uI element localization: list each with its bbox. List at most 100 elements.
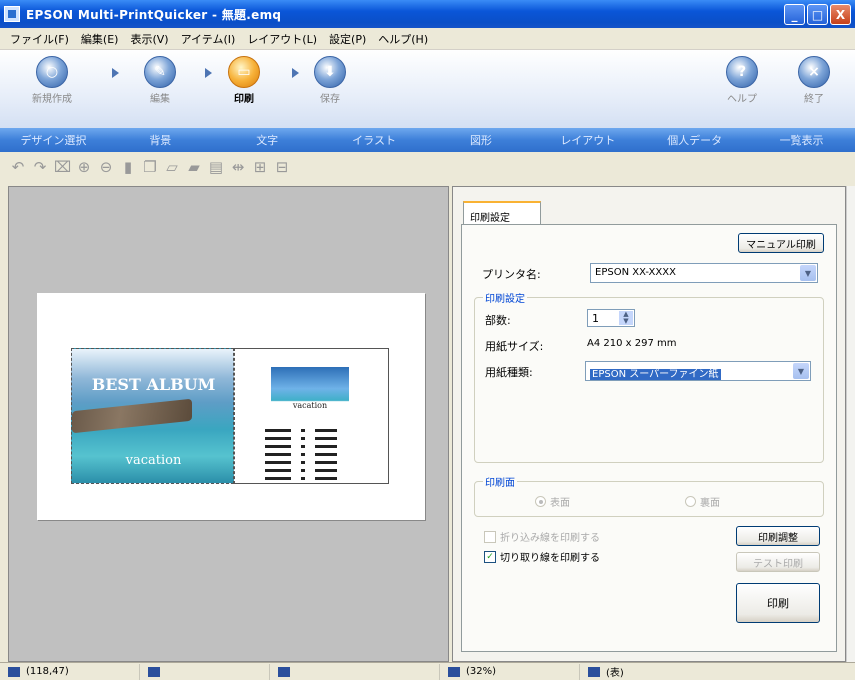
paper-type-label: 用紙種類: (485, 366, 533, 379)
size-icon (148, 666, 160, 677)
crop-icon[interactable]: ⌧ (54, 159, 71, 175)
fold-line-label: 折り込み線を印刷する (500, 533, 600, 544)
redo-icon[interactable]: ↷ (32, 159, 48, 175)
menu-edit[interactable]: 編集(E) (75, 31, 125, 47)
maximize-button[interactable]: □ (807, 4, 828, 25)
paper-size-value: A4 210 x 297 mm (587, 338, 677, 349)
copy-icon[interactable]: ❐ (142, 159, 158, 175)
exit-icon: × (798, 56, 830, 88)
track-list (265, 427, 375, 483)
fold-line-checkbox[interactable]: 折り込み線を印刷する (484, 529, 600, 544)
list-item (265, 443, 375, 450)
back-icon[interactable]: ▤ (208, 159, 224, 175)
app-icon (4, 6, 20, 22)
undo-icon[interactable]: ↶ (10, 159, 26, 175)
group-title: 印刷面 (483, 474, 517, 489)
printer-label: プリンタ名: (482, 268, 541, 281)
printer-select[interactable]: EPSON XX-XXXX ▼ (590, 263, 818, 283)
window-controls: _ □ X (784, 4, 851, 25)
group-title: 印刷設定 (483, 290, 527, 305)
tab-design[interactable]: デザイン選択 (0, 132, 107, 148)
exit-label: 終了 (804, 94, 824, 105)
list-item (265, 475, 375, 482)
minimize-button[interactable]: _ (784, 4, 805, 25)
tab-list-view[interactable]: 一覧表示 (748, 132, 855, 148)
coords-value: (118,47) (26, 666, 69, 677)
paper-size-label: 用紙サイズ: (485, 340, 544, 353)
print-icon: ▭ (228, 56, 260, 88)
delete-icon[interactable]: ▮ (120, 159, 136, 175)
group-icon[interactable]: ⊞ (252, 159, 268, 175)
side-icon (588, 666, 600, 677)
menu-item[interactable]: アイテム(I) (175, 31, 242, 47)
radio-dot (535, 496, 546, 507)
side-back-label: 裏面 (700, 498, 720, 509)
list-item (265, 467, 375, 474)
close-button[interactable]: X (830, 4, 851, 25)
step-arrow-icon (205, 68, 212, 78)
test-print-button[interactable]: テスト印刷 (736, 552, 820, 572)
zoom-out-icon[interactable]: ⊖ (98, 159, 114, 175)
tab-background[interactable]: 背景 (107, 132, 214, 148)
tab-text[interactable]: 文字 (214, 132, 321, 148)
menu-help[interactable]: ヘルプ(H) (372, 31, 434, 47)
edit-icon: ✎ (144, 56, 176, 88)
step-toolbar: ○ 新規作成 ✎ 編集 ▭ 印刷 ⬇ 保存 ? ヘルプ × 終了 (0, 50, 855, 128)
chevron-down-icon: ▼ (800, 265, 816, 281)
print-side-group: 印刷面 表面 裏面 (474, 474, 824, 517)
album-back: vacation (234, 348, 389, 484)
title-bar: EPSON Multi-PrintQuicker - 無題.emq _ □ X (0, 0, 855, 28)
print-preview: BEST ALBUM vacation vacation (8, 186, 449, 662)
tab-shape[interactable]: 図形 (428, 132, 535, 148)
copies-stepper[interactable]: 1 ▲ ▼ (587, 309, 635, 327)
list-item (265, 459, 375, 466)
menu-settings[interactable]: 設定(P) (323, 31, 372, 47)
step-edit[interactable]: ✎ 編集 (130, 56, 190, 105)
help-label: ヘルプ (727, 94, 757, 105)
checkbox-box (484, 530, 496, 543)
new-icon: ○ (36, 56, 68, 88)
menu-layout[interactable]: レイアウト(L) (241, 31, 323, 47)
print-button[interactable]: 印刷 (736, 583, 820, 623)
help-icon: ? (726, 56, 758, 88)
manual-print-button[interactable]: マニュアル印刷 (738, 233, 824, 253)
spin-arrows-icon[interactable]: ▲ ▼ (619, 311, 633, 325)
side-front-label: 表面 (550, 498, 570, 509)
mini-title: vacation (292, 401, 328, 410)
step-print-label: 印刷 (234, 94, 254, 105)
side-back-radio[interactable]: 裏面 (685, 494, 720, 509)
step-print[interactable]: ▭ 印刷 (214, 56, 274, 105)
status-size (140, 663, 270, 680)
side-front-radio[interactable]: 表面 (535, 494, 570, 509)
cut-line-checkbox[interactable]: ✓ 切り取り線を印刷する (484, 549, 600, 564)
radio-dot (685, 496, 696, 507)
tab-personal-data[interactable]: 個人データ (641, 132, 748, 148)
align-icon[interactable]: ⇹ (230, 159, 246, 175)
zoom-in-icon[interactable]: ⊕ (76, 159, 92, 175)
tab-layout[interactable]: レイアウト (534, 132, 641, 148)
cut-line-label: 切り取り線を印刷する (500, 553, 600, 564)
ungroup-icon[interactable]: ⊟ (274, 159, 290, 175)
step-arrow-icon (292, 68, 299, 78)
paste-icon[interactable]: ▱ (164, 159, 180, 175)
exit-button[interactable]: × 終了 (784, 56, 844, 105)
tab-illust[interactable]: イラスト (321, 132, 428, 148)
step-save-label: 保存 (320, 94, 340, 105)
print-settings-group: 印刷設定 部数: 1 ▲ ▼ 用紙サイズ: A4 210 x 297 mm 用紙種… (474, 290, 824, 463)
rotate-icon (278, 666, 290, 677)
album-cover: BEST ALBUM vacation (71, 348, 234, 484)
paper-sheet: BEST ALBUM vacation vacation (37, 293, 425, 520)
menu-view[interactable]: 表示(V) (124, 31, 174, 47)
vertical-scrollbar[interactable] (846, 186, 855, 662)
window-title: EPSON Multi-PrintQuicker - 無題.emq (26, 7, 282, 22)
paper-type-select[interactable]: EPSON スーパーファイン紙 ▼ (585, 361, 811, 381)
tab-print-settings[interactable]: 印刷設定 (463, 201, 541, 225)
help-button[interactable]: ? ヘルプ (712, 56, 772, 105)
step-new[interactable]: ○ 新規作成 (22, 56, 82, 105)
copies-label: 部数: (485, 314, 511, 327)
print-adjust-button[interactable]: 印刷調整 (736, 526, 820, 546)
menu-file[interactable]: ファイル(F) (4, 31, 75, 47)
chevron-down-icon: ▼ (793, 363, 809, 379)
step-save[interactable]: ⬇ 保存 (300, 56, 360, 105)
front-icon[interactable]: ▰ (186, 159, 202, 175)
